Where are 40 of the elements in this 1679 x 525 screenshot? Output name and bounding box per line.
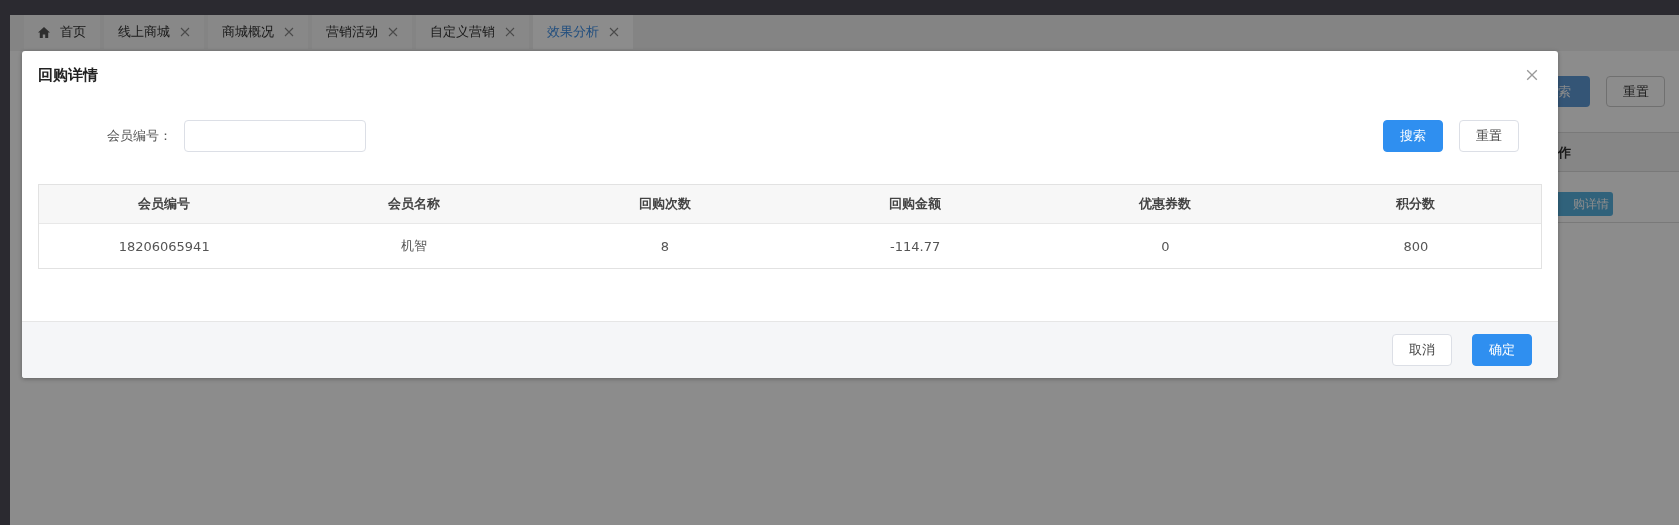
table-cell: 800 <box>1403 238 1429 254</box>
tab[interactable]: 商城概况 <box>208 15 308 49</box>
tab[interactable]: 效果分析 <box>533 15 633 49</box>
dialog-title: 回购详情 <box>38 65 98 85</box>
tab-label: 线上商城 <box>118 23 170 41</box>
column-header: 回购次数 <box>637 195 692 213</box>
tab-label: 商城概况 <box>222 23 274 41</box>
tab[interactable]: 营销活动 <box>312 15 412 49</box>
close-icon[interactable] <box>505 27 515 37</box>
cancel-button[interactable]: 取消 <box>1392 334 1452 366</box>
reset-button[interactable]: 重置 <box>1459 120 1519 152</box>
tab-label: 自定义营销 <box>430 23 495 41</box>
close-icon[interactable] <box>388 27 398 37</box>
confirm-button[interactable]: 确定 <box>1472 334 1532 366</box>
home-icon <box>38 26 50 38</box>
close-icon[interactable] <box>180 27 190 37</box>
tab-label: 效果分析 <box>547 23 599 41</box>
column-header: 回购金额 <box>888 195 943 213</box>
tab[interactable]: 首页 <box>24 15 100 49</box>
tab[interactable]: 自定义营销 <box>416 15 529 49</box>
tab-label: 首页 <box>60 23 86 41</box>
table-cell: -114.77 <box>890 238 941 254</box>
reset-button[interactable]: 重置 <box>1606 76 1665 107</box>
input-field[interactable] <box>184 120 366 152</box>
table-cell: 0 <box>1161 238 1170 254</box>
close-icon[interactable] <box>284 27 294 37</box>
column-header: 会员编号 <box>137 195 192 213</box>
column-header: 优惠券数 <box>1137 195 1193 213</box>
tab-label: 营销活动 <box>326 23 378 41</box>
table-cell: 机智 <box>401 237 428 255</box>
table-cell: 18206065941 <box>118 238 210 254</box>
search-button[interactable]: 搜索 <box>1383 120 1443 152</box>
table-cell: 8 <box>660 238 669 254</box>
close-icon[interactable] <box>609 27 619 37</box>
column-header: 会员名称 <box>387 195 442 213</box>
tab[interactable]: 线上商城 <box>104 15 204 49</box>
column-header: 作 <box>1558 144 1571 162</box>
field-label: 会员编号： <box>106 127 173 145</box>
column-header: 积分数 <box>1395 195 1437 213</box>
close-icon[interactable] <box>1526 69 1538 81</box>
